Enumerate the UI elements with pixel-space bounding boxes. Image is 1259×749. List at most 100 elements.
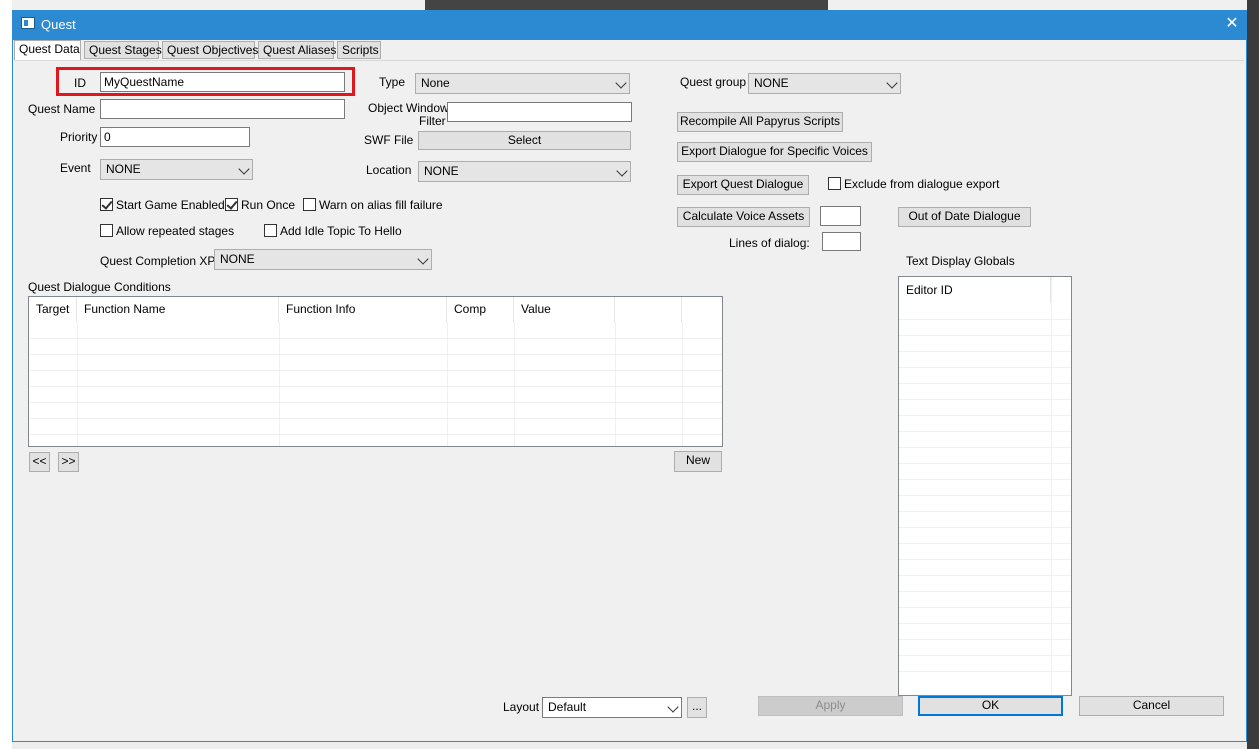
- swf-select-button[interactable]: Select: [418, 131, 631, 150]
- grid-line: [899, 591, 1071, 592]
- type-dropdown[interactable]: None: [415, 73, 630, 94]
- layout-options-button[interactable]: ...: [687, 697, 707, 718]
- grid-line: [899, 639, 1071, 640]
- voice-assets-field[interactable]: [820, 206, 861, 226]
- recompile-scripts-button[interactable]: Recompile All Papyrus Scripts: [677, 112, 843, 132]
- start-game-enabled-checkbox[interactable]: [100, 198, 113, 211]
- column-header-target[interactable]: Target: [29, 297, 77, 322]
- grid-line: [29, 402, 722, 403]
- exclude-export-checkbox[interactable]: [828, 177, 841, 190]
- grid-line: [899, 399, 1071, 400]
- quest-group-label: Quest group: [680, 75, 747, 89]
- tab-quest-stages[interactable]: Quest Stages: [84, 41, 162, 59]
- column-header-function-info[interactable]: Function Info: [279, 297, 447, 322]
- location-label: Location: [366, 163, 412, 177]
- tab-quest-data[interactable]: Quest Data: [14, 40, 81, 61]
- background-window-top-dark: [425, 0, 828, 10]
- object-window-label: Object Window: [368, 101, 449, 115]
- ok-button[interactable]: OK: [918, 696, 1063, 716]
- grid-line: [899, 655, 1071, 656]
- layout-dropdown[interactable]: Default: [542, 697, 682, 718]
- tab-scripts[interactable]: Scripts: [337, 41, 381, 59]
- event-value: NONE: [106, 162, 141, 176]
- tab-quest-aliases[interactable]: Quest Aliases: [258, 41, 336, 59]
- swf-file-label: SWF File: [364, 133, 414, 147]
- lines-of-dialog-label: Lines of dialog:: [729, 236, 810, 250]
- grid-line: [29, 338, 722, 339]
- export-quest-dialogue-button[interactable]: Export Quest Dialogue: [677, 175, 809, 195]
- grid-line: [899, 671, 1071, 672]
- type-label: Type: [379, 75, 406, 89]
- quest-name-field[interactable]: [100, 99, 345, 119]
- grid-line: [899, 463, 1071, 464]
- tab-quest-objectives[interactable]: Quest Objectives: [162, 41, 258, 59]
- column-header-function-name[interactable]: Function Name: [77, 297, 279, 322]
- text-display-globals-list[interactable]: Editor ID: [898, 276, 1072, 696]
- quest-name-label: Quest Name: [28, 102, 96, 116]
- layout-value: Default: [548, 700, 587, 714]
- column-header-comp[interactable]: Comp: [447, 297, 514, 322]
- warn-alias-label: Warn on alias fill failure: [319, 198, 443, 212]
- column-header-value[interactable]: Value: [514, 297, 615, 322]
- completion-xp-label: Quest Completion XP: [100, 254, 216, 268]
- title-bar[interactable]: [12, 10, 1247, 40]
- highlight-box: [56, 67, 355, 96]
- new-condition-button[interactable]: New: [674, 451, 722, 472]
- run-once-checkbox[interactable]: [225, 198, 238, 211]
- warn-alias-checkbox[interactable]: [303, 198, 316, 211]
- close-icon[interactable]: ✕: [1222, 14, 1242, 34]
- priority-label: Priority: [60, 130, 98, 144]
- column-header-editor-id[interactable]: Editor ID: [899, 277, 1051, 303]
- chevron-down-icon: [616, 165, 628, 177]
- cancel-button[interactable]: Cancel: [1079, 696, 1224, 716]
- grid-line: [899, 367, 1071, 368]
- lines-of-dialog-field[interactable]: [822, 232, 861, 251]
- grid-line: [29, 354, 722, 355]
- background-window-left: [0, 0, 12, 749]
- allow-repeated-checkbox[interactable]: [100, 224, 113, 237]
- conditions-table[interactable]: Target Function Name Function Info Comp …: [28, 296, 723, 447]
- grid-line: [899, 511, 1071, 512]
- quest-group-dropdown[interactable]: NONE: [748, 73, 901, 94]
- chevron-down-icon: [615, 77, 627, 89]
- grid-line: [899, 415, 1071, 416]
- grid-line: [899, 623, 1071, 624]
- column-header-extra: [615, 297, 682, 322]
- priority-field[interactable]: 0: [100, 127, 250, 147]
- grid-line: [29, 370, 722, 371]
- previous-button[interactable]: <<: [29, 452, 50, 472]
- location-dropdown[interactable]: NONE: [418, 161, 631, 182]
- calculate-voice-assets-button[interactable]: Calculate Voice Assets: [677, 207, 810, 227]
- grid-line: [899, 495, 1071, 496]
- chevron-down-icon: [238, 163, 250, 175]
- location-value: NONE: [424, 164, 459, 178]
- window-icon: [21, 17, 35, 29]
- add-idle-topic-checkbox[interactable]: [264, 224, 277, 237]
- out-of-date-dialogue-button[interactable]: Out of Date Dialogue: [898, 207, 1031, 227]
- grid-line: [279, 322, 280, 446]
- event-dropdown[interactable]: NONE: [100, 159, 253, 180]
- completion-xp-dropdown[interactable]: NONE: [214, 249, 432, 270]
- grid-line: [899, 447, 1071, 448]
- start-game-enabled-label: Start Game Enabled: [116, 198, 225, 212]
- exclude-export-label: Exclude from dialogue export: [844, 177, 1000, 191]
- object-window-filter-field[interactable]: [447, 102, 632, 122]
- type-value: None: [421, 76, 450, 90]
- add-idle-topic-label: Add Idle Topic To Hello: [280, 224, 402, 238]
- event-label: Event: [60, 161, 91, 175]
- grid-line: [899, 607, 1071, 608]
- grid-line: [899, 527, 1071, 528]
- export-voices-button[interactable]: Export Dialogue for Specific Voices: [677, 142, 872, 162]
- grid-line: [615, 322, 616, 446]
- chevron-down-icon: [417, 253, 429, 265]
- layout-label: Layout: [503, 700, 540, 714]
- background-window-bottom: [12, 742, 1247, 749]
- next-button[interactable]: >>: [58, 452, 79, 472]
- grid-line: [899, 543, 1071, 544]
- chevron-down-icon: [886, 77, 898, 89]
- apply-button[interactable]: Apply: [758, 696, 903, 716]
- grid-line: [899, 479, 1071, 480]
- grid-line: [899, 351, 1071, 352]
- grid-line: [899, 575, 1071, 576]
- grid-line: [899, 559, 1071, 560]
